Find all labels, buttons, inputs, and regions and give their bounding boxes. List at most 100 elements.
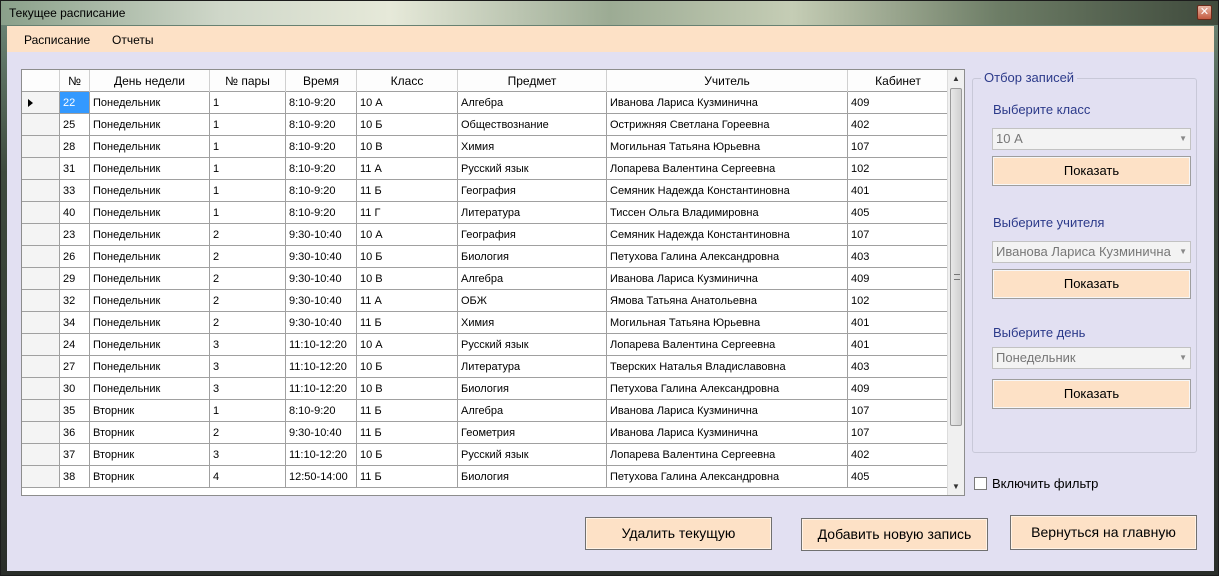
- show-class-button[interactable]: Показать: [992, 156, 1191, 186]
- table-cell[interactable]: Алгебра: [458, 92, 607, 114]
- add-record-button[interactable]: Добавить новую запись: [801, 518, 988, 551]
- table-cell[interactable]: Лопарева Валентина Сергеевна: [607, 334, 848, 356]
- table-row[interactable]: 37 Вторник 3 11:10-12:20 10 Б Русский язык Лоп…: [22, 444, 949, 466]
- table-cell[interactable]: Иванова Лариса Кузминична: [607, 422, 848, 444]
- row-header[interactable]: [22, 422, 60, 444]
- table-cell[interactable]: 11 Б: [357, 312, 458, 334]
- table-cell[interactable]: Понедельник: [90, 180, 210, 202]
- table-cell[interactable]: Петухова Галина Александровна: [607, 466, 848, 488]
- table-cell[interactable]: 107: [848, 400, 949, 422]
- grid-corner[interactable]: [22, 70, 60, 92]
- table-cell[interactable]: Вторник: [90, 444, 210, 466]
- table-cell[interactable]: 1: [210, 136, 286, 158]
- table-cell[interactable]: 8:10-9:20: [286, 114, 357, 136]
- table-cell[interactable]: 2: [210, 312, 286, 334]
- scrollbar-thumb[interactable]: [950, 88, 962, 426]
- delete-current-button[interactable]: Удалить текущую: [585, 517, 772, 550]
- table-cell[interactable]: 11:10-12:20: [286, 356, 357, 378]
- row-header[interactable]: [22, 180, 60, 202]
- row-header[interactable]: [22, 224, 60, 246]
- menu-item-schedule[interactable]: Расписание: [24, 33, 90, 47]
- table-cell[interactable]: 102: [848, 158, 949, 180]
- table-cell[interactable]: 4: [210, 466, 286, 488]
- vertical-scrollbar[interactable]: ▲ ▼: [947, 70, 964, 495]
- table-cell[interactable]: Химия: [458, 136, 607, 158]
- table-cell[interactable]: 12:50-14:00: [286, 466, 357, 488]
- table-cell[interactable]: 28: [60, 136, 90, 158]
- schedule-grid[interactable]: № День недели № пары Время Класс Предмет Учите…: [21, 69, 965, 496]
- table-cell[interactable]: 10 Б: [357, 114, 458, 136]
- table-cell[interactable]: Ямова Татьяна Анатольевна: [607, 290, 848, 312]
- row-header[interactable]: [22, 268, 60, 290]
- table-cell[interactable]: 10 Б: [357, 444, 458, 466]
- table-cell[interactable]: 8:10-9:20: [286, 136, 357, 158]
- table-cell[interactable]: Иванова Лариса Кузминична: [607, 400, 848, 422]
- table-cell[interactable]: 2: [210, 422, 286, 444]
- table-cell[interactable]: Алгебра: [458, 400, 607, 422]
- table-cell[interactable]: 11:10-12:20: [286, 444, 357, 466]
- table-cell[interactable]: 23: [60, 224, 90, 246]
- table-cell[interactable]: 11 А: [357, 158, 458, 180]
- row-header[interactable]: [22, 202, 60, 224]
- table-cell[interactable]: Русский язык: [458, 334, 607, 356]
- table-cell[interactable]: 3: [210, 444, 286, 466]
- column-header[interactable]: Учитель: [607, 70, 848, 92]
- table-cell[interactable]: Литература: [458, 202, 607, 224]
- table-cell[interactable]: 9:30-10:40: [286, 246, 357, 268]
- table-cell[interactable]: 36: [60, 422, 90, 444]
- table-cell[interactable]: 409: [848, 92, 949, 114]
- table-cell[interactable]: Иванова Лариса Кузминична: [607, 92, 848, 114]
- row-header[interactable]: [22, 334, 60, 356]
- table-cell[interactable]: 26: [60, 246, 90, 268]
- table-cell[interactable]: 37: [60, 444, 90, 466]
- table-row[interactable]: 35 Вторник 1 8:10-9:20 11 Б Алгебра Иванова Ла…: [22, 400, 949, 422]
- table-cell[interactable]: 34: [60, 312, 90, 334]
- table-cell[interactable]: 40: [60, 202, 90, 224]
- row-header[interactable]: [22, 136, 60, 158]
- table-cell[interactable]: Семяник Надежда Константиновна: [607, 224, 848, 246]
- table-cell[interactable]: Алгебра: [458, 268, 607, 290]
- table-cell[interactable]: Понедельник: [90, 246, 210, 268]
- row-header[interactable]: [22, 158, 60, 180]
- teacher-select[interactable]: Иванова Лариса Кузминична ▼: [992, 241, 1191, 263]
- table-cell[interactable]: 1: [210, 92, 286, 114]
- table-cell[interactable]: 401: [848, 334, 949, 356]
- table-cell[interactable]: Понедельник: [90, 268, 210, 290]
- table-cell[interactable]: 10 Б: [357, 356, 458, 378]
- table-row[interactable]: 34 Понедельник 2 9:30-10:40 11 Б Химия Могильн…: [22, 312, 949, 334]
- row-header[interactable]: [22, 92, 60, 114]
- row-header[interactable]: [22, 378, 60, 400]
- table-cell[interactable]: Могильная Татьяна Юрьевна: [607, 136, 848, 158]
- table-cell[interactable]: 405: [848, 202, 949, 224]
- table-cell[interactable]: Тверских Наталья Владиславовна: [607, 356, 848, 378]
- table-cell[interactable]: Биология: [458, 466, 607, 488]
- close-icon[interactable]: ✕: [1197, 5, 1212, 20]
- table-cell[interactable]: 35: [60, 400, 90, 422]
- table-cell[interactable]: Вторник: [90, 422, 210, 444]
- table-cell[interactable]: 2: [210, 246, 286, 268]
- table-cell[interactable]: 8:10-9:20: [286, 92, 357, 114]
- table-cell[interactable]: 9:30-10:40: [286, 422, 357, 444]
- table-cell[interactable]: 107: [848, 136, 949, 158]
- title-bar[interactable]: Текущее расписание ✕: [1, 1, 1218, 25]
- table-cell[interactable]: 9:30-10:40: [286, 224, 357, 246]
- column-header[interactable]: Предмет: [458, 70, 607, 92]
- table-cell[interactable]: 2: [210, 268, 286, 290]
- table-cell[interactable]: 3: [210, 356, 286, 378]
- table-cell[interactable]: 11 Б: [357, 400, 458, 422]
- table-cell[interactable]: Понедельник: [90, 114, 210, 136]
- table-cell[interactable]: 8:10-9:20: [286, 180, 357, 202]
- table-cell[interactable]: 10 В: [357, 378, 458, 400]
- table-cell[interactable]: Тиссен Ольга Владимировна: [607, 202, 848, 224]
- table-row[interactable]: 25 Понедельник 1 8:10-9:20 10 Б Обществознани…: [22, 114, 949, 136]
- table-cell[interactable]: 10 В: [357, 268, 458, 290]
- table-cell[interactable]: 11 Г: [357, 202, 458, 224]
- table-cell[interactable]: 32: [60, 290, 90, 312]
- table-row[interactable]: 27 Понедельник 3 11:10-12:20 10 Б Литература Т…: [22, 356, 949, 378]
- table-cell[interactable]: 403: [848, 356, 949, 378]
- table-row[interactable]: 31 Понедельник 1 8:10-9:20 11 А Русский язык Л…: [22, 158, 949, 180]
- table-cell[interactable]: ОБЖ: [458, 290, 607, 312]
- table-cell[interactable]: Русский язык: [458, 444, 607, 466]
- table-cell[interactable]: 2: [210, 290, 286, 312]
- table-row[interactable]: 30 Понедельник 3 11:10-12:20 10 В Биология Пет…: [22, 378, 949, 400]
